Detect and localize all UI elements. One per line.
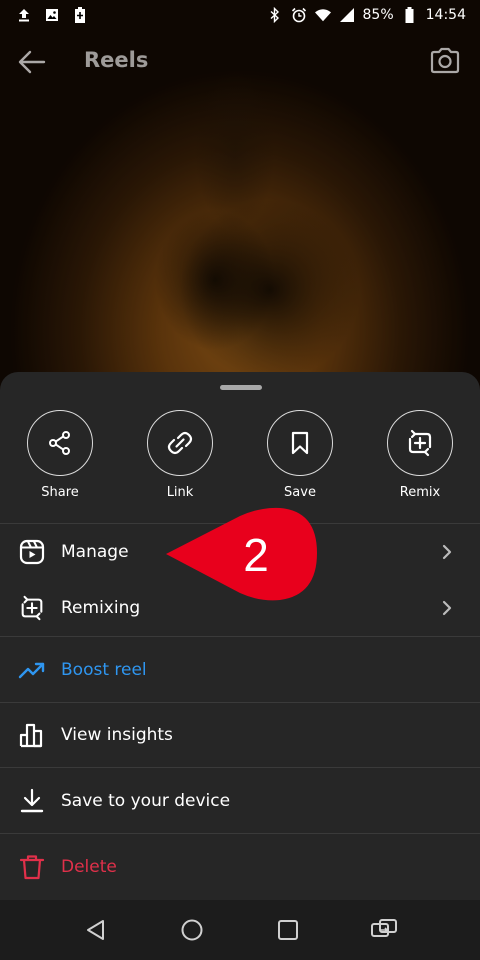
divider: [0, 636, 480, 637]
camera-icon: [430, 47, 460, 74]
battery-icon: [402, 7, 418, 23]
share-label: Share: [41, 485, 79, 500]
menu-item-label: Manage: [61, 542, 129, 562]
top-app-bar: Reels: [0, 38, 480, 84]
battery-percentage: 85%: [362, 7, 394, 23]
battery-saver-icon: [72, 7, 88, 23]
nav-home-button[interactable]: [176, 914, 208, 946]
chevron-right-icon: [438, 599, 456, 617]
divider: [0, 702, 480, 703]
signal-icon: [339, 7, 355, 23]
bar-chart-icon: [18, 721, 46, 749]
link-label: Link: [166, 485, 194, 500]
reel-manage-icon: [18, 538, 46, 566]
nav-recents-button[interactable]: [272, 914, 304, 946]
link-action[interactable]: Link: [135, 410, 225, 510]
clock: 14:54: [425, 7, 466, 23]
alarm-icon: [291, 7, 307, 23]
status-bar: 85% 14:54: [0, 0, 480, 30]
trash-icon: [18, 853, 46, 881]
image-icon: [44, 7, 60, 23]
menu-item-label: Remixing: [61, 598, 141, 618]
menu-item-label: Boost reel: [61, 660, 147, 680]
menu-item-label: Save to your device: [61, 791, 231, 811]
switch-apps-icon: [371, 919, 397, 937]
share-action[interactable]: Share: [15, 410, 105, 510]
upload-icon: [16, 7, 32, 23]
recents-square-icon: [278, 920, 298, 940]
remix-icon: [408, 429, 432, 457]
divider: [0, 767, 480, 768]
save-label: Save: [284, 485, 316, 500]
camera-button[interactable]: [428, 44, 462, 78]
menu-item-view-insights[interactable]: View insights: [0, 707, 480, 763]
annotation-number: 2: [243, 529, 269, 581]
bookmark-icon: [291, 431, 309, 455]
menu-item-delete[interactable]: Delete: [0, 839, 480, 895]
system-navigation-bar: [0, 900, 480, 960]
chevron-right-icon: [438, 543, 456, 561]
menu-item-label: Delete: [61, 857, 117, 877]
share-icon: [49, 431, 70, 455]
bluetooth-icon: [267, 7, 283, 23]
remix-icon: [18, 594, 46, 622]
back-triangle-icon: [87, 920, 104, 940]
annotation-callout: 2: [164, 505, 320, 605]
divider: [0, 833, 480, 834]
link-icon: [167, 431, 193, 455]
home-circle-icon: [181, 919, 203, 941]
download-icon: [18, 787, 46, 815]
remix-label: Remix: [399, 485, 441, 500]
menu-item-label: View insights: [61, 725, 173, 745]
nav-switch-apps-button[interactable]: [368, 914, 400, 946]
wifi-icon: [314, 7, 331, 23]
back-button[interactable]: [16, 46, 48, 78]
quick-actions: Share Link Save Remix: [0, 410, 480, 510]
menu-item-boost-reel[interactable]: Boost reel: [0, 642, 480, 698]
save-action[interactable]: Save: [255, 410, 345, 510]
arrow-left-icon: [18, 50, 46, 74]
sheet-drag-handle[interactable]: [220, 385, 262, 390]
page-title: Reels: [84, 48, 149, 72]
trending-up-icon: [18, 656, 46, 684]
nav-back-button[interactable]: [80, 914, 112, 946]
remix-action[interactable]: Remix: [375, 410, 465, 510]
menu-item-save-to-device[interactable]: Save to your device: [0, 773, 480, 829]
options-bottom-sheet: Share Link Save Remix Manage Remixing Bo…: [0, 372, 480, 900]
